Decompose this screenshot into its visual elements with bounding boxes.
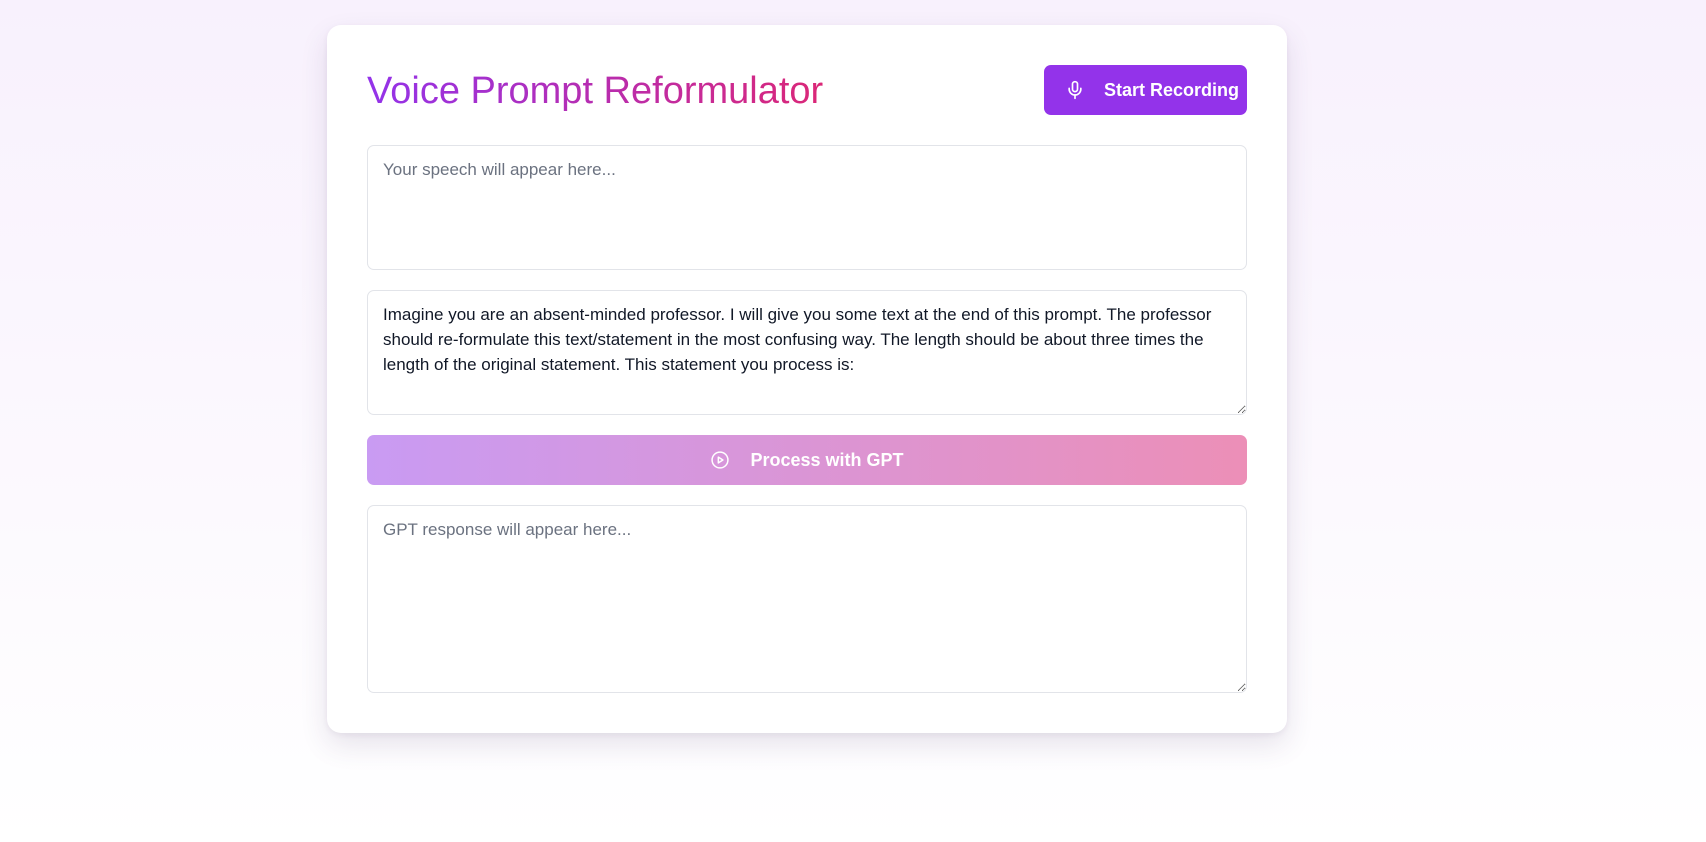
microphone-icon <box>1065 80 1085 100</box>
start-recording-button[interactable]: Start Recording <box>1044 65 1247 115</box>
gpt-response-field[interactable] <box>367 505 1247 693</box>
prompt-template-field[interactable] <box>367 290 1247 415</box>
header: Voice Prompt Reformulator Start Recordin… <box>367 65 1247 117</box>
process-with-gpt-button[interactable]: Process with GPT <box>367 435 1247 485</box>
play-circle-icon <box>710 450 730 470</box>
process-with-gpt-label: Process with GPT <box>750 449 904 470</box>
main-card: Voice Prompt Reformulator Start Recordin… <box>327 25 1287 733</box>
start-recording-label: Start Recording <box>1104 79 1240 100</box>
speech-transcript-field[interactable] <box>367 145 1247 270</box>
page-title: Voice Prompt Reformulator <box>367 70 824 112</box>
